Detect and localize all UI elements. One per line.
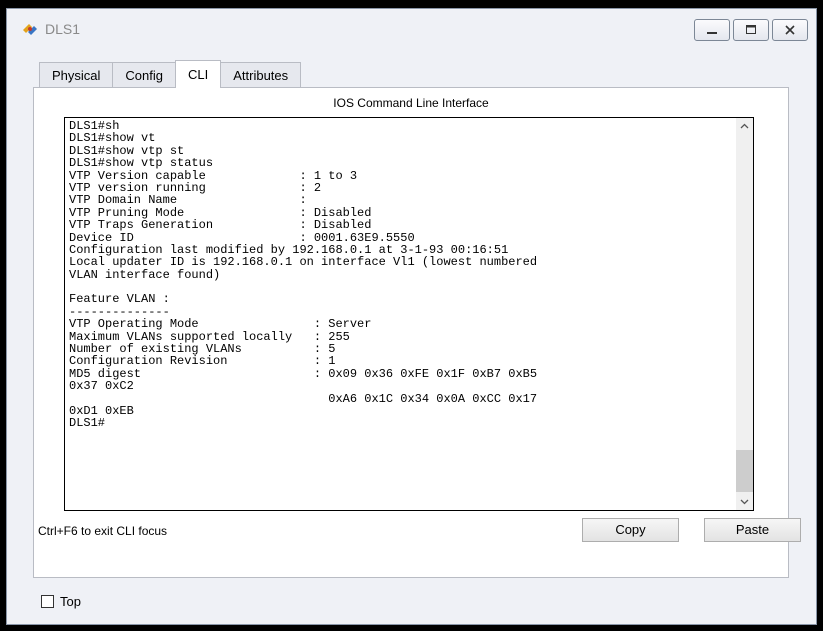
terminal-line: DLS1#sh xyxy=(69,119,120,133)
chevron-up-icon xyxy=(740,123,749,129)
terminal-line: Configuration Revision : 1 xyxy=(69,354,336,369)
terminal-output[interactable]: DLS1#sh DLS1#show vt DLS1#show vtp st DLS1#… xyxy=(69,120,737,430)
terminal-line: 0xA6 0x1C 0x34 0x0A 0xCC 0x17 xyxy=(69,391,538,406)
tab-cli[interactable]: CLI xyxy=(175,60,222,88)
close-icon xyxy=(785,25,795,35)
terminal-line: DLS1# xyxy=(69,416,106,431)
minimize-icon xyxy=(707,32,717,34)
terminal-line: VLAN interface found) xyxy=(69,267,221,282)
terminal-scrollbar[interactable] xyxy=(736,118,753,510)
cli-terminal[interactable]: DLS1#sh DLS1#show vt DLS1#show vtp st DLS1#… xyxy=(64,117,754,511)
window-controls xyxy=(694,19,808,41)
terminal-line: MD5 digest : 0x09 0x36 0xFE 0x1F 0xB7 0x… xyxy=(69,366,538,381)
maximize-icon xyxy=(746,25,756,34)
scroll-up-button[interactable] xyxy=(736,118,753,135)
scroll-down-button[interactable] xyxy=(736,493,753,510)
terminal-line: Feature VLAN : xyxy=(69,292,170,307)
top-option: Top xyxy=(41,594,81,609)
title-bar[interactable]: DLS1 xyxy=(7,9,816,47)
top-label: Top xyxy=(60,594,81,609)
terminal-line: Local updater ID is 192.168.0.1 on inter… xyxy=(69,255,538,270)
tab-attributes[interactable]: Attributes xyxy=(220,62,302,88)
tab-bar: Physical Config CLI Attributes xyxy=(39,60,302,88)
maximize-button[interactable] xyxy=(733,19,769,41)
window-title: DLS1 xyxy=(45,21,81,37)
terminal-line: VTP Domain Name : xyxy=(69,193,307,208)
tab-config[interactable]: Config xyxy=(112,62,176,88)
terminal-line: DLS1#show vtp status xyxy=(69,156,214,171)
terminal-line: VTP Operating Mode : Server xyxy=(69,317,372,332)
terminal-line: 0x37 0xC2 xyxy=(69,379,134,394)
close-button[interactable] xyxy=(772,19,808,41)
paste-button[interactable]: Paste xyxy=(704,518,801,542)
top-checkbox[interactable] xyxy=(41,595,54,608)
chevron-down-icon xyxy=(740,499,749,505)
terminal-line: VTP Traps Generation : Disabled xyxy=(69,218,372,233)
packet-tracer-switch-icon xyxy=(21,21,39,37)
terminal-line: 0xD1 0xEB xyxy=(69,403,134,418)
tab-physical[interactable]: Physical xyxy=(39,62,114,88)
cli-panel: IOS Command Line Interface DLS1#sh DLS1#s… xyxy=(33,87,801,578)
cli-heading: IOS Command Line Interface xyxy=(333,96,489,110)
scroll-thumb[interactable] xyxy=(736,450,753,492)
terminal-line: DLS1#show vt xyxy=(69,131,156,146)
minimize-button[interactable] xyxy=(694,19,730,41)
device-window: DLS1 Physical Config CLI Attributes IOS … xyxy=(6,8,817,625)
copy-button[interactable]: Copy xyxy=(582,518,679,542)
focus-hint: Ctrl+F6 to exit CLI focus xyxy=(38,524,168,538)
